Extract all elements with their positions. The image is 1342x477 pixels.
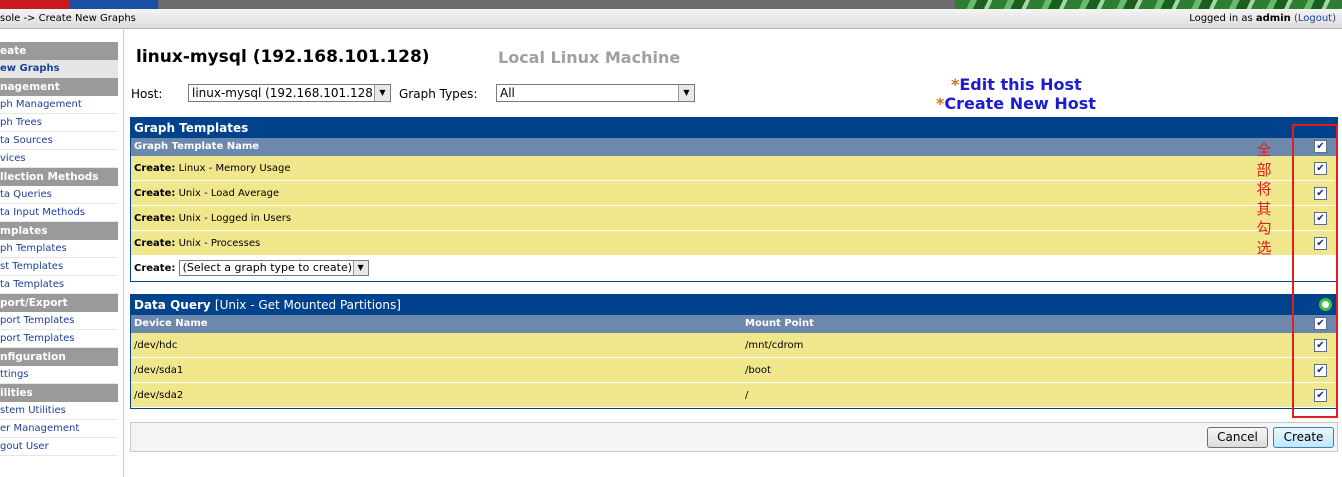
device-name: /dev/hdc	[134, 340, 178, 351]
edit-host-link[interactable]: *Edit this Host	[951, 75, 1082, 94]
menu-section-collection-methods: llection Methods	[0, 168, 118, 186]
data-query-name: [Unix - Get Mounted Partitions]	[214, 298, 401, 312]
create-button[interactable]: Create	[1273, 427, 1334, 448]
logout-link[interactable]: (Logout)	[1294, 13, 1336, 24]
menu-divider	[123, 29, 124, 477]
mount-point-column: Mount Point	[745, 318, 814, 329]
menu-item-host-templates[interactable]: st Templates	[0, 258, 118, 276]
console-menu: eate ew Graphs nagement ph Management ph…	[0, 42, 118, 456]
mount-point: /mnt/cdrom	[745, 340, 804, 351]
template-name: Linux - Memory Usage	[178, 163, 291, 174]
create-host-link[interactable]: *Create New Host	[936, 94, 1096, 113]
graph-templates-title: Graph Templates	[131, 118, 1337, 138]
breadcrumb: sole -> Create New Graphs	[0, 13, 136, 24]
menu-item-graph-templates[interactable]: ph Templates	[0, 240, 118, 258]
menu-item-devices[interactable]: vices	[0, 150, 118, 168]
username: admin	[1255, 13, 1291, 24]
banner-logo-graphic	[955, 0, 1342, 9]
menu-section-configuration: nfiguration	[0, 348, 118, 366]
logged-in-label: Logged in as	[1189, 13, 1256, 24]
create-host-label: Create New Host	[944, 94, 1096, 113]
graph-type-select[interactable]: (Select a graph type to create) ▼	[178, 260, 369, 276]
template-name: Unix - Logged in Users	[178, 213, 292, 224]
data-query-columns: Device Name Mount Point ✔	[131, 315, 1337, 333]
partition-row: /dev/sda2 / ✔	[131, 383, 1337, 408]
create-prefix: Create:	[134, 188, 176, 199]
menu-item-graph-trees[interactable]: ph Trees	[0, 114, 118, 132]
menu-item-settings[interactable]: ttings	[0, 366, 118, 384]
graph-types-select[interactable]: All ▼	[496, 84, 695, 102]
menu-section-management: nagement	[0, 78, 118, 96]
device-name: /dev/sda1	[134, 365, 184, 376]
login-status: Logged in as admin (Logout)	[1189, 13, 1336, 24]
create-prefix: Create:	[134, 238, 176, 249]
menu-item-data-sources[interactable]: ta Sources	[0, 132, 118, 150]
menu-section-utilities: ilities	[0, 384, 118, 402]
menu-item-graph-management[interactable]: ph Management	[0, 96, 118, 114]
template-name: Unix - Processes	[178, 238, 261, 249]
device-name-column: Device Name	[134, 318, 208, 329]
template-row: Create: Linux - Memory Usage ✔	[131, 156, 1337, 181]
menu-item-import-templates[interactable]: port Templates	[0, 312, 118, 330]
menu-section-create: eate	[0, 42, 118, 60]
annotation-highlight-box	[1292, 124, 1338, 418]
menu-item-data-templates[interactable]: ta Templates	[0, 276, 118, 294]
menu-item-user-management[interactable]: er Management	[0, 420, 118, 438]
menu-item-data-queries[interactable]: ta Queries	[0, 186, 118, 204]
template-name: Unix - Load Average	[178, 188, 280, 199]
chevron-down-icon: ▼	[352, 261, 368, 275]
create-prefix: Create:	[134, 163, 176, 174]
device-name: /dev/sda2	[134, 390, 184, 401]
chevron-down-icon: ▼	[678, 85, 694, 101]
partition-row: /dev/hdc /mnt/cdrom ✔	[131, 333, 1337, 358]
menu-section-templates: mplates	[0, 222, 118, 240]
data-query-title: Data Query	[134, 298, 211, 312]
top-banner	[0, 0, 1342, 9]
menu-item-logout-user[interactable]: gout User	[0, 438, 118, 456]
mount-point: /boot	[745, 365, 771, 376]
graphs-tab[interactable]	[70, 0, 158, 9]
mount-point: /	[745, 390, 749, 401]
template-row: Create: Unix - Load Average ✔	[131, 181, 1337, 206]
chevron-down-icon: ▼	[374, 85, 390, 101]
edit-host-label: Edit this Host	[959, 75, 1082, 94]
console-tab[interactable]	[0, 0, 70, 9]
host-select[interactable]: linux-mysql (192.168.101.128) ▼	[188, 84, 391, 102]
data-query-panel: Data Query [Unix - Get Mounted Partition…	[130, 294, 1338, 409]
host-select-value: linux-mysql (192.168.101.128)	[192, 86, 378, 100]
menu-item-new-graphs[interactable]: ew Graphs	[0, 60, 118, 78]
partition-row: /dev/sda1 /boot ✔	[131, 358, 1337, 383]
annotation-text: 全部将其勾选	[1256, 141, 1272, 257]
graph-types-value: All	[500, 86, 515, 100]
data-query-header: Data Query [Unix - Get Mounted Partition…	[131, 295, 1337, 315]
host-title: linux-mysql (192.168.101.128)	[136, 47, 430, 67]
graph-type-select-value: (Select a graph type to create)	[182, 261, 353, 274]
create-prefix: Create:	[134, 213, 176, 224]
menu-section-import-export: port/Export	[0, 294, 118, 312]
action-bar: Cancel Create	[130, 422, 1338, 452]
graph-templates-header: Graph Template Name ✔	[131, 138, 1337, 156]
graph-templates-panel: Graph Templates Graph Template Name ✔ Cr…	[130, 117, 1338, 282]
host-description: Local Linux Machine	[498, 48, 681, 67]
create-prefix: Create:	[134, 263, 176, 274]
template-row: Create: Unix - Processes ✔	[131, 231, 1337, 256]
template-row: Create: Unix - Logged in Users ✔	[131, 206, 1337, 231]
menu-item-export-templates[interactable]: port Templates	[0, 330, 118, 348]
graph-template-name-column: Graph Template Name	[134, 141, 260, 152]
menu-item-system-utilities[interactable]: stem Utilities	[0, 402, 118, 420]
cancel-button[interactable]: Cancel	[1207, 427, 1268, 448]
host-label: Host:	[131, 87, 163, 101]
menu-item-data-input-methods[interactable]: ta Input Methods	[0, 204, 118, 222]
create-graph-type-row: Create: (Select a graph type to create) …	[131, 256, 1337, 281]
graph-types-label: Graph Types:	[399, 87, 478, 101]
breadcrumb-bar: sole -> Create New Graphs Logged in as a…	[0, 9, 1342, 29]
banner-background	[158, 0, 955, 9]
